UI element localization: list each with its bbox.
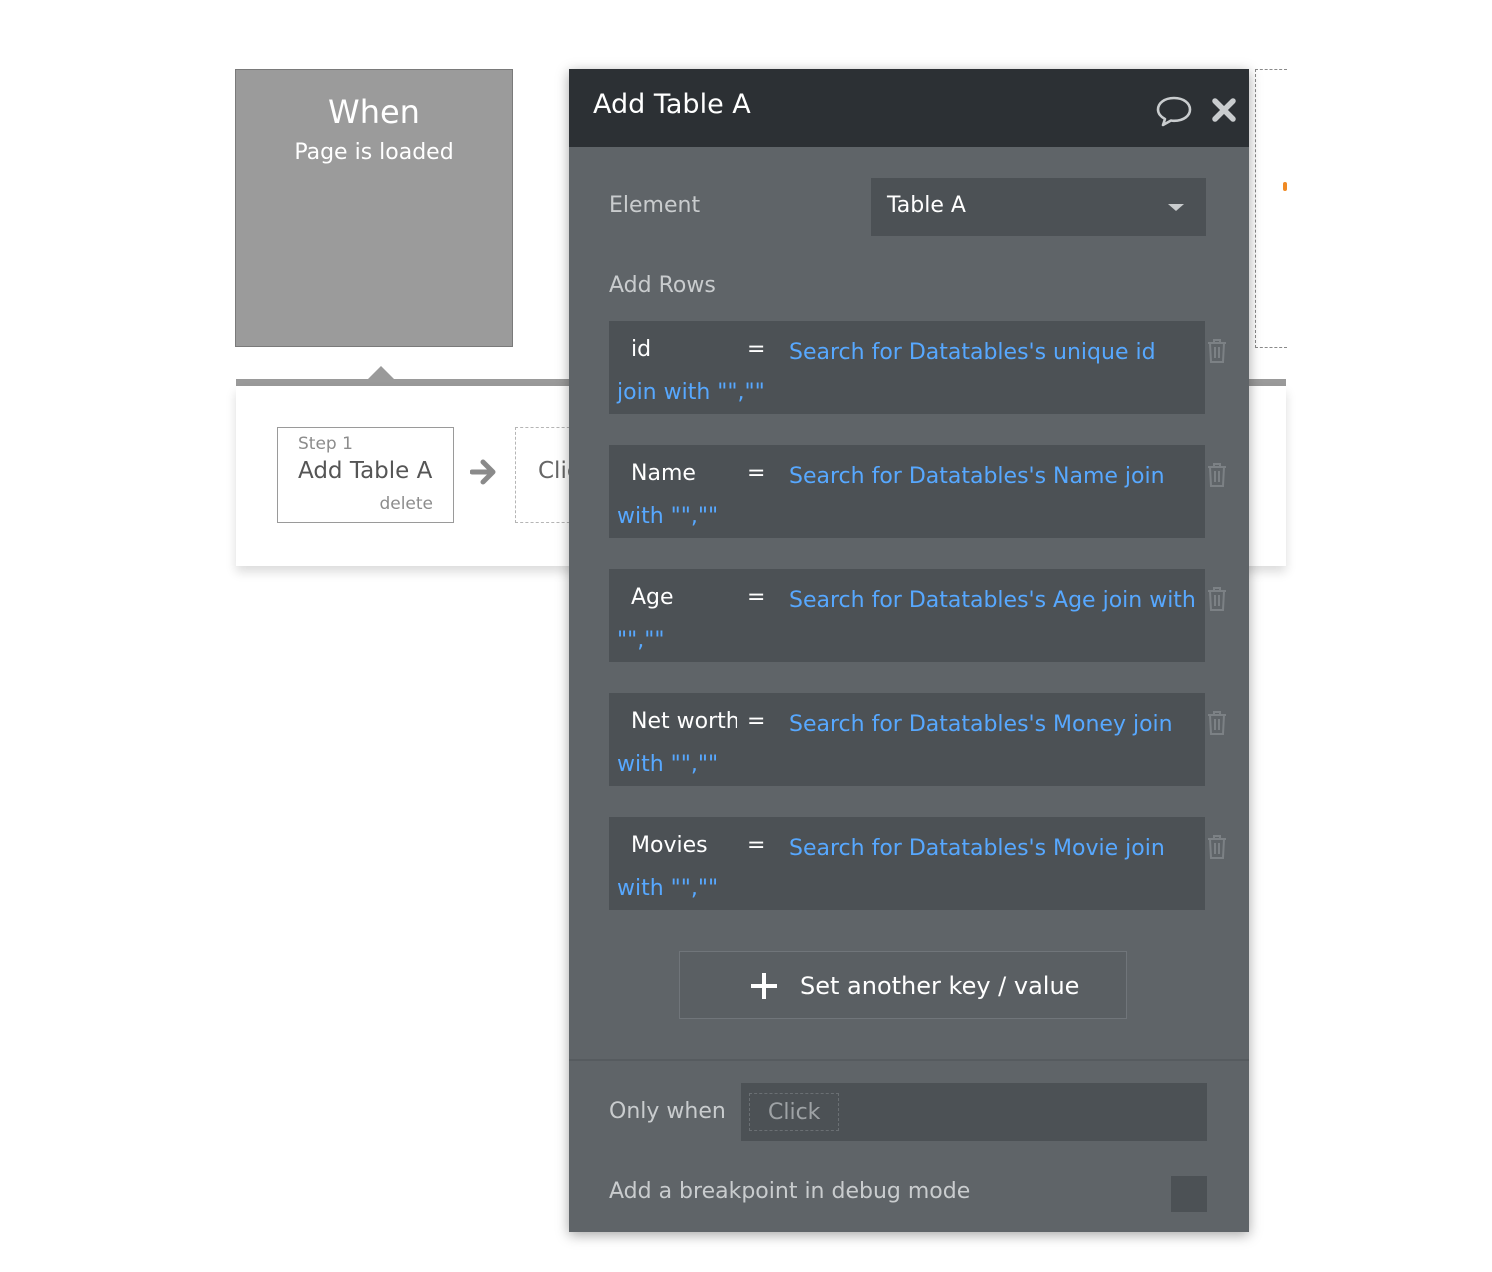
step-delete-link[interactable]: delete — [379, 494, 433, 514]
trash-icon[interactable] — [1205, 337, 1229, 365]
workflow-step-1[interactable]: Step 1 Add Table A delete — [277, 427, 454, 523]
only-when-placeholder[interactable]: Click — [749, 1093, 840, 1131]
status-indicator — [1283, 182, 1287, 191]
key-value-row[interactable]: Age = Search for Datatables's Age join w… — [609, 569, 1205, 662]
panel-title: Add Table A — [593, 89, 751, 120]
add-next-action[interactable]: Click — [515, 427, 575, 523]
key-value-row[interactable]: Net worth = Search for Datatables's Mone… — [609, 693, 1205, 786]
row-value-expression[interactable]: Search for Datatables's Name join with "… — [617, 457, 1201, 537]
breakpoint-label: Add a breakpoint in debug mode — [609, 1179, 971, 1204]
add-rows-label: Add Rows — [609, 273, 716, 298]
row-value-expression[interactable]: Search for Datatables's Movie join with … — [617, 829, 1201, 909]
close-icon[interactable] — [1211, 97, 1237, 123]
arrow-right-icon — [470, 459, 496, 485]
only-when-condition-input[interactable]: Click — [741, 1083, 1207, 1141]
key-value-row[interactable]: Name = Search for Datatables's Name join… — [609, 445, 1205, 538]
trash-icon[interactable] — [1205, 461, 1229, 489]
trigger-event: Page is loaded — [294, 140, 454, 165]
section-divider — [569, 1059, 1249, 1061]
trash-icon[interactable] — [1205, 833, 1229, 861]
chevron-down-icon — [1168, 204, 1184, 211]
row-value-expression[interactable]: Search for Datatables's Money join with … — [617, 705, 1201, 785]
row-value-expression[interactable]: Search for Datatables's Age join with ""… — [617, 581, 1201, 661]
plus-icon — [751, 973, 777, 999]
step-number: Step 1 — [298, 434, 353, 454]
set-another-key-value-button[interactable]: Set another key / value — [679, 951, 1127, 1019]
breakpoint-checkbox[interactable] — [1171, 1176, 1207, 1212]
key-value-row[interactable]: Movies = Search for Datatables's Movie j… — [609, 817, 1205, 910]
next-event-placeholder[interactable] — [1255, 69, 1287, 348]
comment-icon[interactable] — [1155, 95, 1193, 127]
set-another-key-value-label: Set another key / value — [800, 972, 1080, 1000]
workflow-pointer — [367, 366, 395, 380]
element-label: Element — [609, 193, 701, 218]
panel-header: Add Table A — [569, 69, 1249, 147]
step-title: Add Table A — [298, 458, 433, 484]
trigger-title: When — [328, 93, 420, 131]
trash-icon[interactable] — [1205, 585, 1229, 613]
row-value-expression[interactable]: Search for Datatables's unique id join w… — [617, 333, 1201, 413]
key-value-row[interactable]: id = Search for Datatables's unique id j… — [609, 321, 1205, 414]
element-dropdown-value: Table A — [887, 193, 966, 218]
action-property-editor: Add Table A Element Table A Add Rows id … — [569, 69, 1249, 1232]
only-when-label: Only when — [609, 1099, 726, 1124]
trigger-card[interactable]: When Page is loaded — [235, 69, 513, 347]
trash-icon[interactable] — [1205, 709, 1229, 737]
element-dropdown[interactable]: Table A — [871, 178, 1206, 236]
